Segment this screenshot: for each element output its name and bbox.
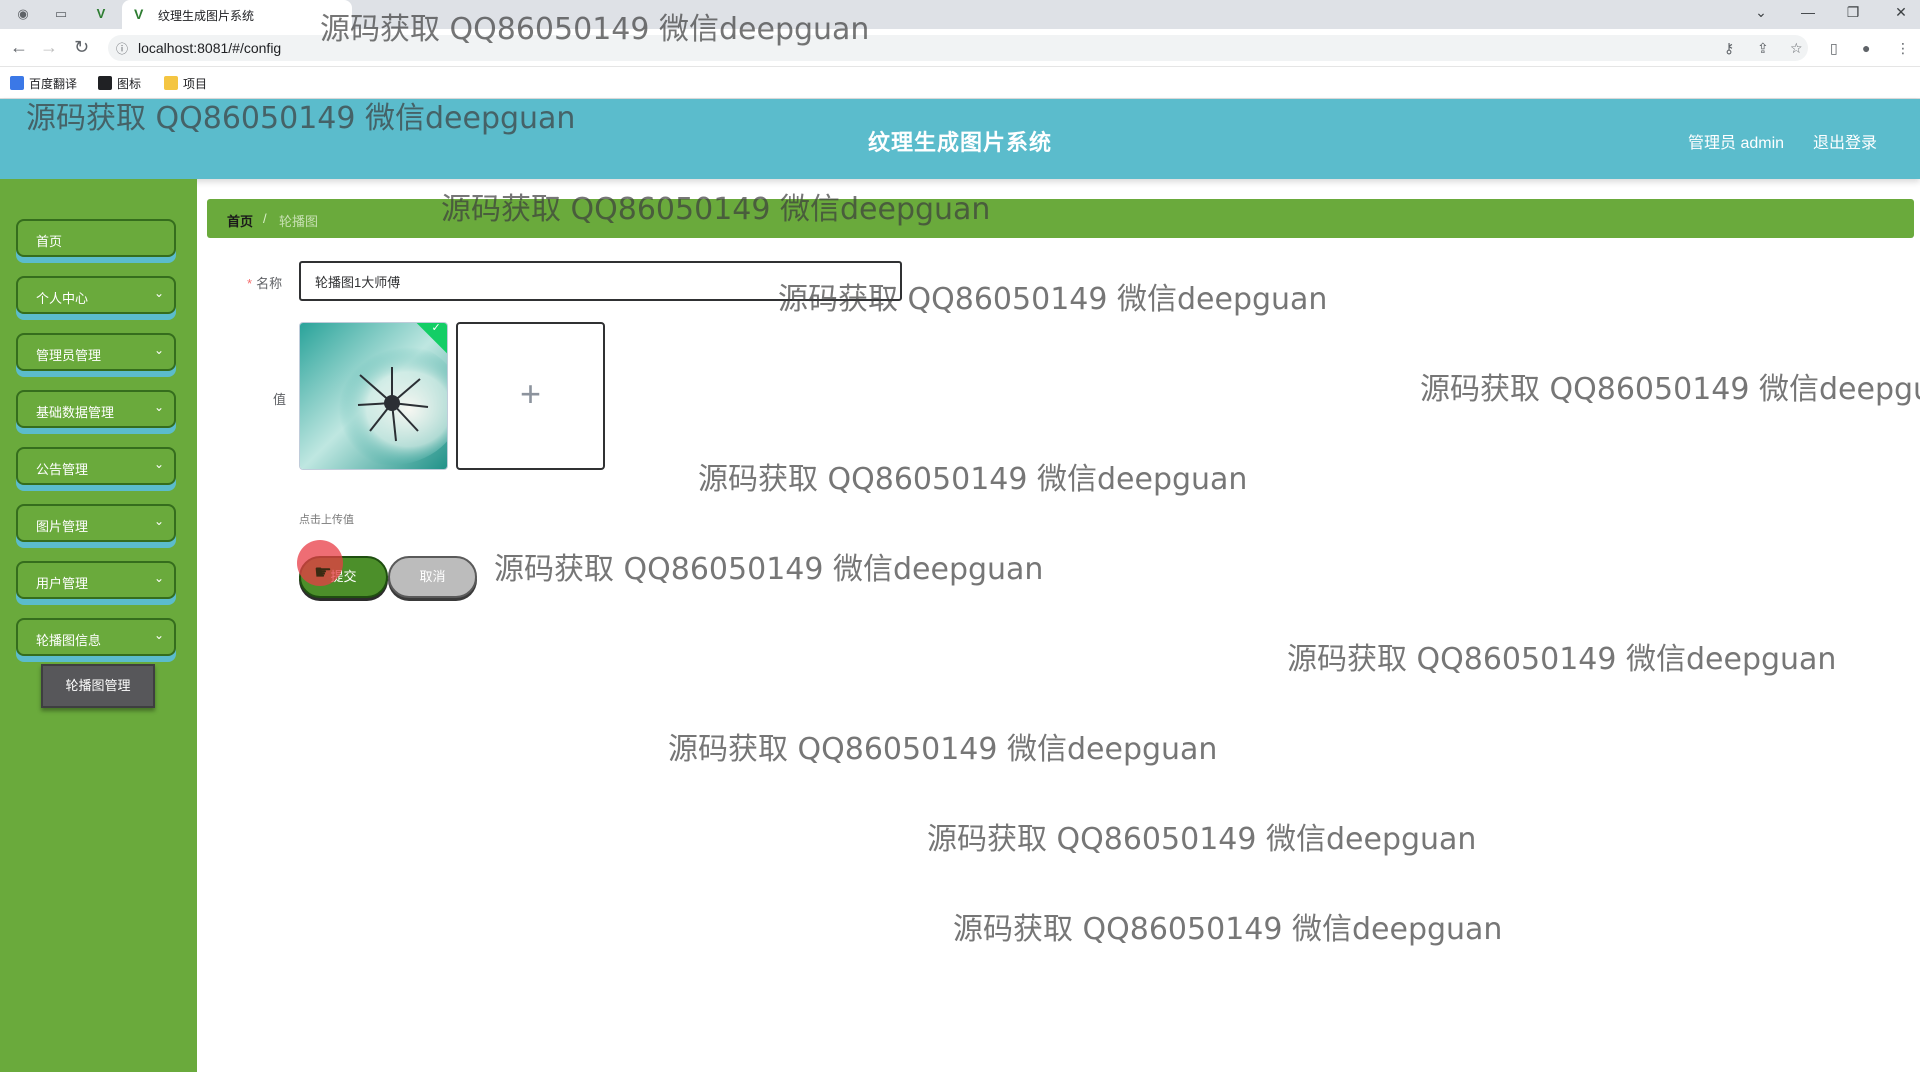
watermark: 源码获取 QQ86050149 微信deepguan [778, 282, 1328, 317]
name-label: * 名称 [247, 276, 283, 291]
uploaded-image-thumbnail[interactable]: ✓ [299, 322, 448, 470]
sidebar-item-base-data[interactable]: 基础数据管理 ⌄ [16, 390, 176, 428]
forward-icon[interactable]: → [40, 37, 58, 58]
bookmark-item[interactable]: 图标 [98, 75, 141, 92]
reload-icon[interactable]: ↻ [74, 37, 89, 58]
watermark: 源码获取 QQ86050149 微信deepguan [26, 101, 576, 136]
watermark: 源码获取 QQ86050149 微信deepguan [1420, 372, 1920, 407]
star-icon[interactable]: ☆ [1790, 40, 1803, 57]
breadcrumb-home[interactable]: 首页 [227, 211, 253, 230]
menu-kebab-icon[interactable]: ⋮ [1896, 40, 1910, 57]
sidebar-item-images[interactable]: 图片管理 ⌄ [16, 504, 176, 542]
dandelion-image [300, 323, 447, 469]
sidebar-item-personal-center[interactable]: 个人中心 ⌄ [16, 276, 176, 314]
chevron-down-icon[interactable]: ⌄ [1746, 4, 1776, 21]
sidebar-item-home[interactable]: 首页 [16, 219, 176, 257]
image-icon [98, 76, 112, 90]
cancel-button[interactable]: 取消 [388, 556, 477, 598]
browser-tab-title: 纹理生成图片系统 [158, 9, 255, 23]
browser-tab-strip: ◉ ▭ V V 纹理生成图片系统 ⌄ — ❐ ✕ [0, 0, 1920, 29]
check-icon: ✓ [431, 322, 441, 335]
value-label: 值 [273, 392, 287, 407]
vue-logo-icon: V [134, 6, 144, 22]
url-text: localhost:8081/#/config [138, 40, 282, 56]
close-icon[interactable]: ✕ [1886, 4, 1916, 21]
logout-link[interactable]: 退出登录 [1813, 129, 1877, 153]
info-icon[interactable]: ⓘ [116, 40, 128, 57]
watermark: 源码获取 QQ86050149 微信deepguan [953, 912, 1503, 947]
sidepanel-icon[interactable]: ▯ [1830, 40, 1838, 57]
required-asterisk: * [247, 276, 253, 291]
sidebar-item-users[interactable]: 用户管理 ⌄ [16, 561, 176, 599]
sidebar-item-admin-management[interactable]: 管理员管理 ⌄ [16, 333, 176, 371]
breadcrumb-current: 轮播图 [279, 214, 319, 229]
watermark: 源码获取 QQ86050149 微信deepguan [668, 732, 1218, 767]
translate-icon [10, 76, 24, 90]
watermark: 源码获取 QQ86050149 微信deepguan [1287, 642, 1837, 677]
profile-icon[interactable]: ● [1862, 40, 1870, 56]
breadcrumb-separator: / [263, 211, 267, 226]
active-browser-tab[interactable]: V 纹理生成图片系统 [122, 0, 352, 29]
sidebar-item-carousel-info[interactable]: 轮播图信息 ⌄ [16, 618, 176, 656]
folder-icon [164, 76, 178, 90]
hand-cursor-icon: ☛ [314, 562, 332, 584]
current-user: 管理员 admin [1688, 135, 1785, 152]
watermark: 源码获取 QQ86050149 微信deepguan [698, 462, 1248, 497]
chevron-down-icon: ⌄ [153, 514, 164, 528]
key-icon[interactable]: ⚷ [1724, 40, 1734, 57]
plus-icon: + [519, 373, 542, 414]
upload-hint: 点击上传值 [299, 514, 354, 526]
chevron-down-icon: ⌄ [153, 343, 164, 357]
bookmark-item[interactable]: 项目 [164, 75, 207, 92]
share-icon[interactable]: ⇪ [1757, 40, 1769, 57]
chevron-down-icon: ⌄ [153, 571, 164, 585]
address-bar-row: ← → ↻ ⓘ localhost:8081/#/config ⚷ ⇪ ☆ ▯ … [0, 29, 1920, 67]
sidebar-item-notice[interactable]: 公告管理 ⌄ [16, 447, 176, 485]
sidebar: 首页 个人中心 ⌄ 管理员管理 ⌄ 基础数据管理 ⌄ 公告管理 ⌄ 图片管理 ⌄… [0, 179, 197, 1072]
chevron-down-icon: ⌄ [153, 286, 164, 300]
browser-tab-icon[interactable]: ◉ [14, 5, 32, 23]
browser-tab-icon[interactable]: ▭ [52, 5, 70, 23]
watermark: 源码获取 QQ86050149 微信deepguan [927, 822, 1477, 857]
back-icon[interactable]: ← [10, 37, 28, 58]
chevron-down-icon: ⌄ [153, 457, 164, 471]
chevron-down-icon: ⌄ [153, 400, 164, 414]
vue-tab-icon[interactable]: V [92, 5, 110, 23]
bookmark-item[interactable]: 百度翻译 [10, 75, 77, 92]
chevron-down-icon: ⌄ [153, 628, 164, 642]
upload-add-button[interactable]: + [456, 322, 605, 470]
watermark: 源码获取 QQ86050149 微信deepguan [441, 192, 991, 227]
watermark: 源码获取 QQ86050149 微信deepguan [320, 12, 870, 47]
watermark: 源码获取 QQ86050149 微信deepguan [494, 552, 1044, 587]
minimize-icon[interactable]: — [1793, 4, 1823, 20]
restore-icon[interactable]: ❐ [1838, 4, 1868, 21]
submenu-item-carousel-management[interactable]: 轮播图管理 [41, 664, 155, 708]
